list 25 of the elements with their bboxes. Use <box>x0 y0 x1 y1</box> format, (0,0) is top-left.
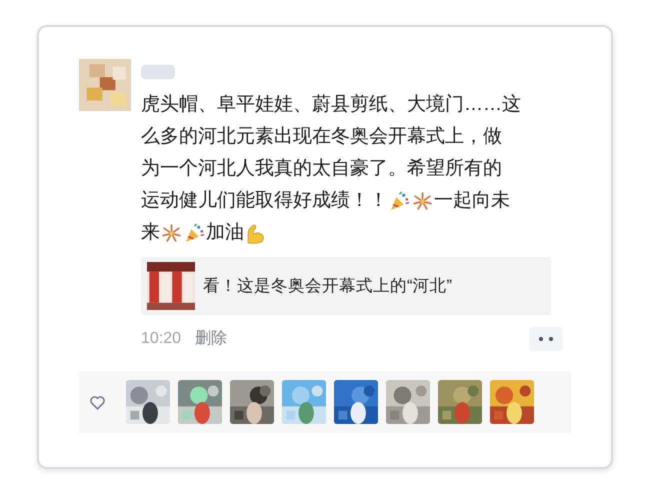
post-text: 虎头帽、阜平娃娃、蔚县剪纸、大境门……这 <box>141 93 521 117</box>
delete-link[interactable]: 删除 <box>195 327 228 351</box>
blurred-username <box>141 65 175 79</box>
fireworks-icon <box>412 190 433 212</box>
post-text: 加油 <box>206 221 244 245</box>
shared-link[interactable]: 看！这是冬奥会开幕式上的“河北” <box>141 257 551 315</box>
party-popper-icon <box>389 190 410 212</box>
user-avatar[interactable] <box>79 59 131 111</box>
post-text: 一起向未 <box>434 189 510 213</box>
post-text: 运动健儿们能取得好成绩！！ <box>141 189 388 213</box>
heart-icon <box>89 394 106 410</box>
more-button[interactable] <box>529 327 563 351</box>
liker-avatar[interactable] <box>334 380 378 424</box>
more-icon <box>539 337 553 341</box>
liker-avatar[interactable] <box>230 380 274 424</box>
post-text: 为一个河北人我真的太自豪了。希望所有的 <box>141 157 502 181</box>
post-text: 来 <box>141 221 160 245</box>
fireworks-icon <box>161 222 182 244</box>
party-popper-icon <box>184 222 205 244</box>
post-text: 么多的河北元素出现在冬奥会开幕式上，做 <box>141 125 502 149</box>
liker-avatar[interactable] <box>126 380 170 424</box>
link-title: 看！这是冬奥会开幕式上的“河北” <box>203 276 452 297</box>
flexed-arm-icon <box>245 222 266 244</box>
post-time: 10:20 <box>141 329 182 349</box>
liker-avatar[interactable] <box>490 380 534 424</box>
